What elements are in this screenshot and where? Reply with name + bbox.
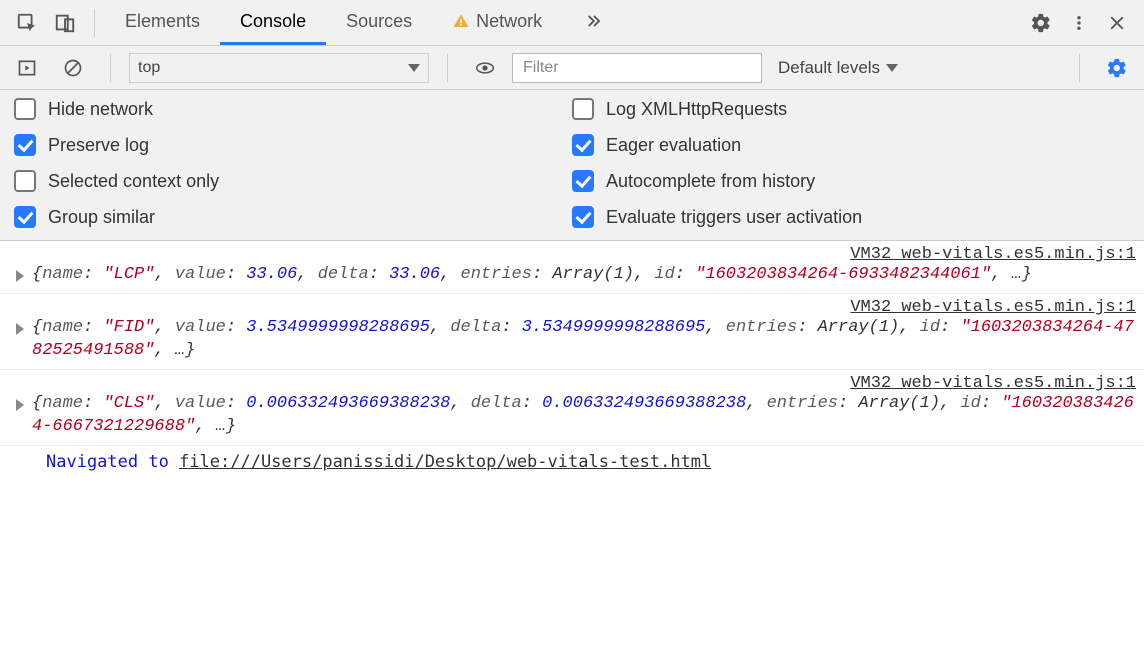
devtools-main-toolbar: Elements Console Sources Network <box>0 0 1144 46</box>
log-source-link[interactable]: VM32 web-vitals.es5.min.js:1 <box>8 374 1136 393</box>
sidebar-toggle-icon[interactable] <box>12 53 42 83</box>
checkbox-icon <box>14 206 36 228</box>
checkbox-selected-context[interactable]: Selected context only <box>14 170 572 192</box>
kebab-menu-icon[interactable] <box>1064 8 1094 38</box>
checkbox-preserve-log[interactable]: Preserve log <box>14 134 572 156</box>
device-toggle-icon[interactable] <box>50 8 80 38</box>
inspect-element-icon[interactable] <box>12 8 42 38</box>
expand-arrow-icon[interactable] <box>16 270 24 282</box>
tab-network-label: Network <box>476 11 542 32</box>
log-object[interactable]: {name: "LCP", value: 33.06, delta: 33.06… <box>32 264 1032 287</box>
close-icon[interactable] <box>1102 8 1132 38</box>
context-select[interactable]: top <box>129 53 429 83</box>
checkbox-log-xhr[interactable]: Log XMLHttpRequests <box>572 98 1130 120</box>
checkbox-icon <box>572 134 594 156</box>
checkbox-icon <box>572 206 594 228</box>
checkbox-label: Evaluate triggers user activation <box>606 207 862 228</box>
checkbox-label: Group similar <box>48 207 155 228</box>
context-select-value: top <box>138 59 160 77</box>
checkbox-label: Autocomplete from history <box>606 171 815 192</box>
chevron-down-icon <box>408 64 420 72</box>
tab-console[interactable]: Console <box>220 0 326 45</box>
console-settings-gear-icon[interactable] <box>1102 53 1132 83</box>
warning-icon <box>452 12 470 30</box>
checkbox-icon <box>572 170 594 192</box>
checkbox-autocomplete-history[interactable]: Autocomplete from history <box>572 170 1130 192</box>
settings-gear-icon[interactable] <box>1026 8 1056 38</box>
filter-input[interactable] <box>512 53 762 83</box>
tabs-overflow[interactable] <box>562 0 624 45</box>
checkbox-icon <box>14 98 36 120</box>
checkbox-eager-eval[interactable]: Eager evaluation <box>572 134 1130 156</box>
navigation-lead: Navigated to <box>46 452 179 472</box>
checkbox-label: Hide network <box>48 99 153 120</box>
divider <box>447 54 448 82</box>
checkbox-label: Preserve log <box>48 135 149 156</box>
divider <box>94 9 95 37</box>
log-source-link[interactable]: VM32 web-vitals.es5.min.js:1 <box>8 245 1136 264</box>
navigation-url[interactable]: file:///Users/panissidi/Desktop/web-vita… <box>179 452 711 472</box>
checkbox-hide-network[interactable]: Hide network <box>14 98 572 120</box>
devtools-tabs: Elements Console Sources Network <box>105 0 624 45</box>
clear-console-icon[interactable] <box>58 53 88 83</box>
checkbox-group-similar[interactable]: Group similar <box>14 206 572 228</box>
log-levels-select[interactable]: Default levels <box>778 58 898 78</box>
checkbox-label: Log XMLHttpRequests <box>606 99 787 120</box>
expand-arrow-icon[interactable] <box>16 323 24 335</box>
expand-arrow-icon[interactable] <box>16 399 24 411</box>
console-log-row: VM32 web-vitals.es5.min.js:1{name: "FID"… <box>0 294 1144 370</box>
console-log-row: VM32 web-vitals.es5.min.js:1{name: "CLS"… <box>0 370 1144 446</box>
tab-elements[interactable]: Elements <box>105 0 220 45</box>
log-levels-label: Default levels <box>778 58 880 78</box>
console-log-row: VM32 web-vitals.es5.min.js:1{name: "LCP"… <box>0 241 1144 294</box>
navigation-message: Navigated to file:///Users/panissidi/Des… <box>0 446 1144 482</box>
console-toolbar: top Default levels <box>0 46 1144 90</box>
tab-network[interactable]: Network <box>432 0 562 45</box>
checkbox-icon <box>572 98 594 120</box>
divider <box>1079 54 1080 82</box>
checkbox-icon <box>14 170 36 192</box>
console-settings-panel: Hide network Log XMLHttpRequests Preserv… <box>0 90 1144 241</box>
chevron-down-icon <box>886 64 898 72</box>
log-object[interactable]: {name: "CLS", value: 0.00633249366938823… <box>32 393 1136 439</box>
divider <box>110 54 111 82</box>
checkbox-label: Eager evaluation <box>606 135 741 156</box>
log-source-link[interactable]: VM32 web-vitals.es5.min.js:1 <box>8 298 1136 317</box>
console-output: VM32 web-vitals.es5.min.js:1{name: "LCP"… <box>0 241 1144 482</box>
tab-sources[interactable]: Sources <box>326 0 432 45</box>
checkbox-evaluate-triggers[interactable]: Evaluate triggers user activation <box>572 206 1130 228</box>
log-object[interactable]: {name: "FID", value: 3.5349999998288695,… <box>32 317 1136 363</box>
live-expression-icon[interactable] <box>470 53 500 83</box>
checkbox-label: Selected context only <box>48 171 219 192</box>
checkbox-icon <box>14 134 36 156</box>
